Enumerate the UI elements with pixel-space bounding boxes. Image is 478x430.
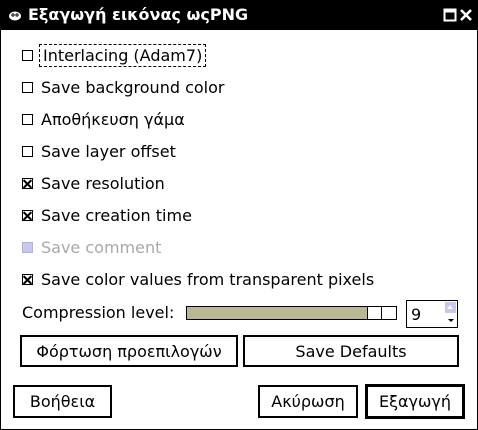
save-comment-checkbox: Save comment bbox=[22, 236, 161, 258]
checkbox-box[interactable] bbox=[22, 145, 33, 157]
compression-level-label: Compression level: bbox=[22, 303, 175, 322]
save-transparent-color-values-checkbox[interactable]: Save color values from transparent pixel… bbox=[22, 268, 374, 290]
export-button[interactable]: Εξαγωγή bbox=[365, 384, 465, 419]
compression-level-spinbutton[interactable]: 9 bbox=[406, 300, 458, 328]
save-defaults-button[interactable]: Save Defaults bbox=[243, 335, 459, 367]
save-creation-time-checkbox[interactable]: Save creation time bbox=[22, 204, 192, 226]
slider-handle[interactable] bbox=[367, 307, 396, 319]
load-defaults-button[interactable]: Φόρτωση προεπιλογών bbox=[20, 335, 238, 367]
window-title: Εξαγωγή εικόνας ωςPNG bbox=[28, 5, 249, 24]
checkbox-label: Save creation time bbox=[41, 205, 192, 225]
maximize-icon[interactable] bbox=[443, 8, 457, 22]
compression-level-slider[interactable] bbox=[186, 306, 397, 320]
checkbox-label: Interlacing (Adam7) bbox=[38, 43, 207, 67]
checkbox-box[interactable] bbox=[22, 113, 33, 125]
checkbox-box[interactable] bbox=[22, 81, 33, 93]
save-layer-offset-checkbox[interactable]: Save layer offset bbox=[22, 140, 176, 162]
interlacing-checkbox[interactable]: Interlacing (Adam7) bbox=[22, 43, 207, 67]
titlebar: Εξαγωγή εικόνας ωςPNG bbox=[1, 1, 477, 30]
checkbox-box[interactable] bbox=[22, 273, 33, 285]
checkbox-box[interactable] bbox=[22, 49, 33, 61]
save-gamma-checkbox[interactable]: Αποθήκευση γάμα bbox=[22, 108, 185, 130]
checkbox-label: Save layer offset bbox=[41, 141, 176, 161]
increment-arrow-icon[interactable] bbox=[445, 302, 456, 313]
save-resolution-checkbox[interactable]: Save resolution bbox=[22, 172, 165, 194]
checkbox-label: Save color values from transparent pixel… bbox=[41, 269, 375, 289]
wilber-icon bbox=[9, 11, 21, 21]
decrement-arrow-icon[interactable] bbox=[445, 315, 456, 326]
checkbox-label: Save resolution bbox=[41, 173, 165, 193]
spin-value[interactable]: 9 bbox=[411, 305, 421, 324]
save-background-color-checkbox[interactable]: Save background color bbox=[22, 76, 224, 98]
checkbox-box[interactable] bbox=[22, 177, 33, 189]
close-icon[interactable] bbox=[459, 8, 473, 22]
export-png-dialog: Εξαγωγή εικόνας ωςPNG Interlacing (Adam7… bbox=[0, 0, 478, 430]
cancel-button[interactable]: Ακύρωση bbox=[258, 385, 358, 418]
help-button[interactable]: Βοήθεια bbox=[13, 385, 112, 418]
checkbox-label: Save comment bbox=[41, 237, 162, 257]
checkbox-box[interactable] bbox=[22, 209, 33, 221]
checkbox-label: Αποθήκευση γάμα bbox=[41, 109, 185, 129]
checkbox-box bbox=[22, 241, 33, 253]
checkbox-label: Save background color bbox=[41, 77, 225, 97]
